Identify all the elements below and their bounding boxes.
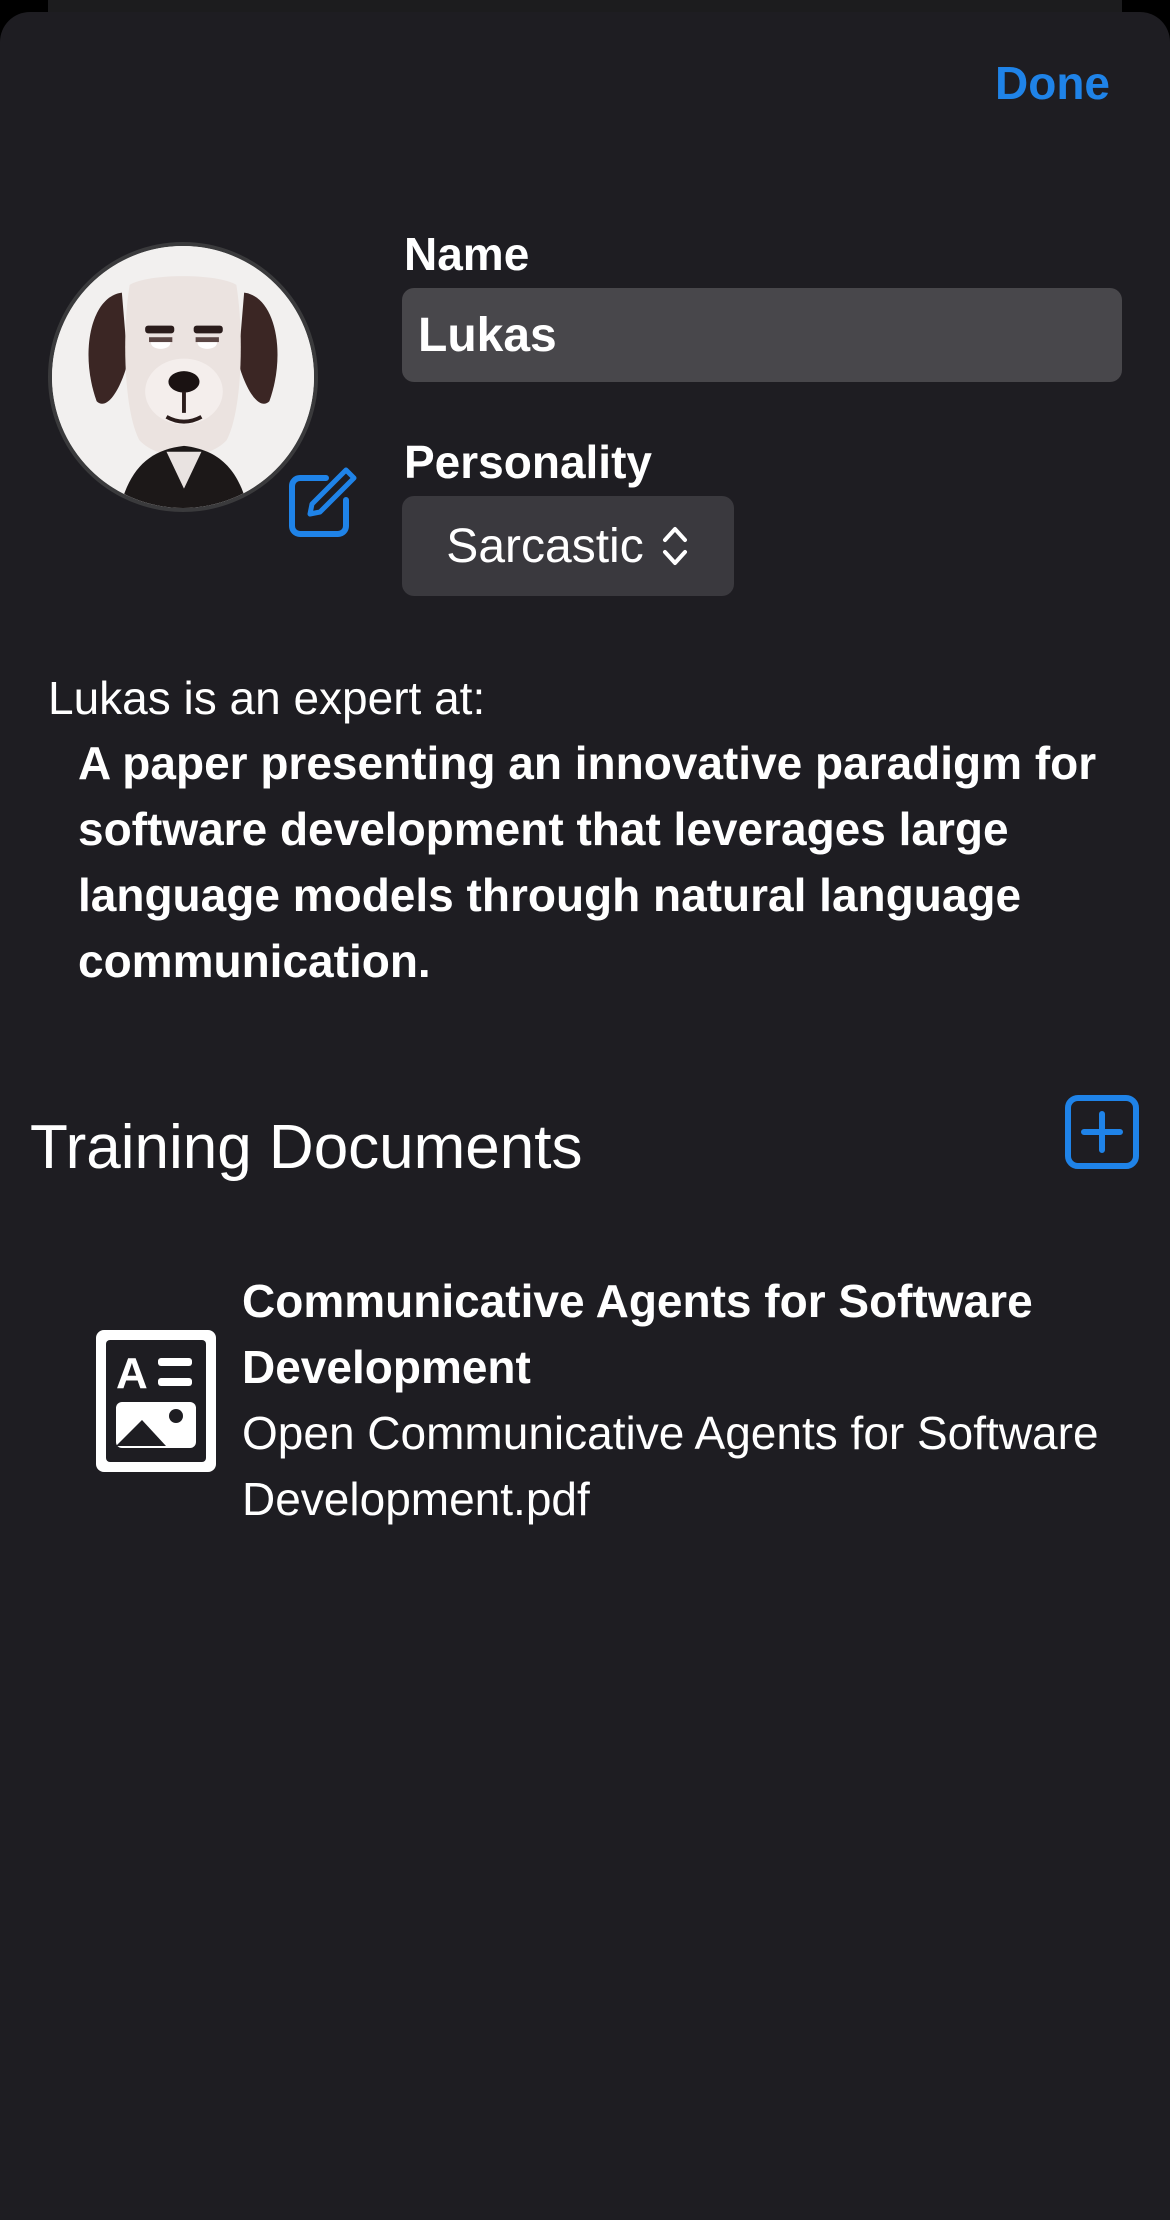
personality-select[interactable]: Sarcastic	[402, 496, 734, 596]
background-sheet	[48, 0, 1122, 12]
personality-value: Sarcastic	[446, 519, 644, 573]
svg-text:A: A	[116, 1349, 148, 1398]
expertise-description: A paper presenting an innovative paradig…	[78, 737, 1097, 987]
personality-label: Personality	[404, 436, 652, 488]
avatar[interactable]	[48, 242, 318, 512]
edit-agent-sheet: Done Name Lukas Personality Sarcastic Lu…	[0, 12, 1170, 2220]
document-row[interactable]: A Communicative Agents for Software Deve…	[0, 1268, 1170, 1538]
plus-square-icon	[1065, 1095, 1139, 1169]
add-document-button[interactable]	[1064, 1094, 1140, 1170]
square-pencil-icon	[289, 467, 357, 537]
document-title: Communicative Agents for Software Develo…	[242, 1275, 1033, 1393]
edit-avatar-button[interactable]	[282, 464, 360, 542]
expertise-intro: Lukas is an expert at:	[48, 672, 486, 724]
name-label: Name	[404, 228, 530, 280]
document-filename: Open Communicative Agents for Software D…	[242, 1407, 1099, 1525]
done-button[interactable]: Done	[995, 48, 1110, 118]
dog-avatar-icon	[52, 246, 314, 508]
name-input[interactable]	[402, 288, 1122, 382]
chevron-up-down-icon	[662, 527, 687, 565]
document-richtext-icon: A	[96, 1330, 216, 1472]
training-documents-title: Training Documents	[30, 1113, 583, 1182]
